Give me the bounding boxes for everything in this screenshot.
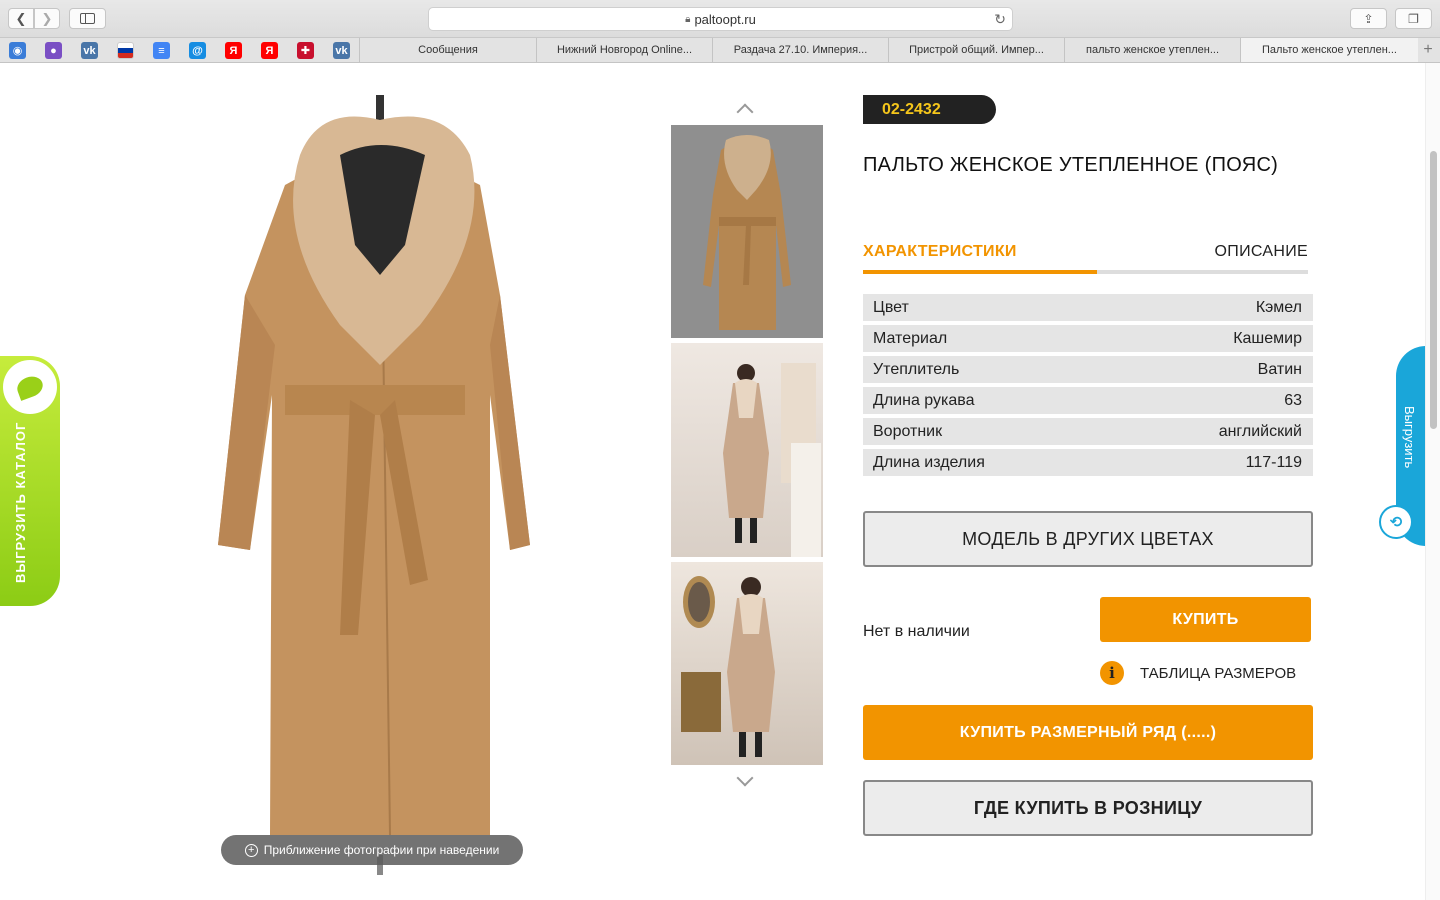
share-icon: ⇪ <box>1363 11 1374 26</box>
size-table-label: ТАБЛИЦА РАЗМЕРОВ <box>1140 664 1297 682</box>
spec-row: Материал Кашемир <box>863 325 1313 352</box>
sync-icon[interactable]: ⟲ <box>1379 505 1413 539</box>
tab-description[interactable]: ОПИСАНИЕ <box>1215 243 1308 261</box>
yandex-icon-2[interactable]: Я <box>261 42 278 59</box>
spec-row: Длина рукава 63 <box>863 387 1313 414</box>
spec-value: 117-119 <box>1245 453 1302 471</box>
where-to-buy-retail-button[interactable]: ГДЕ КУПИТЬ В РОЗНИЦУ <box>863 780 1313 836</box>
back-button[interactable]: ❮ <box>8 8 34 29</box>
spec-row: Утеплитель Ватин <box>863 356 1313 383</box>
browser-tab[interactable]: пальто женское утеплен... <box>1064 38 1240 62</box>
thumbnail-2[interactable] <box>671 343 823 557</box>
thumbnails-up-button[interactable] <box>733 101 757 121</box>
spec-name: Утеплитель <box>873 360 960 378</box>
tabs-overview-icon: ❐ <box>1408 11 1419 26</box>
unload-label[interactable]: Выгрузить <box>1402 406 1417 506</box>
scrollbar-thumb[interactable] <box>1430 151 1437 429</box>
crest-icon[interactable]: ✚ <box>297 42 314 59</box>
product-page: + Приближение фотографии при наведении 0… <box>0 63 1425 900</box>
thumbnails-down-button[interactable] <box>733 769 757 789</box>
browser-tab[interactable]: Нижний Новгород Online... <box>536 38 712 62</box>
spec-value: 63 <box>1284 391 1302 409</box>
page-scrollbar[interactable] <box>1425 63 1440 900</box>
product-title: ПАЛЬТО ЖЕНСКОЕ УТЕПЛЕННОЕ (ПОЯС) <box>863 154 1279 176</box>
other-colors-button[interactable]: МОДЕЛЬ В ДРУГИХ ЦВЕТАХ <box>863 511 1313 567</box>
specs-table: Цвет Кэмел Материал Кашемир Утеплитель Вати… <box>863 294 1313 480</box>
spec-name: Материал <box>873 329 948 347</box>
mail-icon[interactable]: @ <box>189 42 206 59</box>
zoom-plus-icon: + <box>244 843 258 857</box>
russia-flag-icon[interactable] <box>117 42 134 59</box>
chevron-left-icon: ❮ <box>15 10 27 26</box>
spec-value: Кэмел <box>1255 298 1302 316</box>
chevron-right-icon: ❯ <box>41 10 53 26</box>
thumbnail-3[interactable] <box>671 562 823 765</box>
bookmarks-bar: ◉ ● vk ≡ @ Я Я ✚ vk Сообщения Нижний Новгород Onl… <box>0 38 1440 63</box>
chevron-down-icon <box>736 769 754 787</box>
thumbnail-1[interactable] <box>671 125 823 338</box>
chevron-up-icon <box>736 103 754 121</box>
sidebar-icon <box>80 13 95 24</box>
browser-toolbar: ❮ ❯ 🔒︎ paltoopt.ru ↻ ⇪ ❐ <box>0 0 1440 38</box>
product-sku-badge: 02-2432 <box>863 95 996 124</box>
user-icon[interactable]: ● <box>45 42 62 59</box>
product-tabs: ХАРАКТЕРИСТИКИ ОПИСАНИЕ <box>863 243 1308 275</box>
browser-tab[interactable]: Сообщения <box>359 38 536 62</box>
plus-icon: + <box>1423 41 1433 58</box>
spec-value: Ватин <box>1257 360 1302 378</box>
spec-row: Длина изделия 117-119 <box>863 449 1313 476</box>
leaf-icon[interactable] <box>3 360 57 414</box>
reload-icon[interactable]: ↻ <box>994 11 1006 28</box>
forward-button[interactable]: ❯ <box>34 8 60 29</box>
spec-value: английский <box>1218 422 1302 440</box>
stock-status: Нет в наличии <box>863 623 970 640</box>
tab-characteristics[interactable]: ХАРАКТЕРИСТИКИ <box>863 243 1017 261</box>
catalog-download-label[interactable]: ВЫГРУЗИТЬ КАТАЛОГ <box>13 422 28 583</box>
vk-icon[interactable]: vk <box>81 42 98 59</box>
spec-name: Цвет <box>873 298 909 316</box>
spec-name: Длина рукава <box>873 391 975 409</box>
lock-icon: 🔒︎ <box>685 13 691 25</box>
address-bar[interactable]: 🔒︎ paltoopt.ru ↻ <box>428 7 1013 31</box>
sidebar-toggle-button[interactable] <box>69 8 106 29</box>
spec-name: Длина изделия <box>873 453 985 471</box>
spec-row: Цвет Кэмел <box>863 294 1313 321</box>
url-text: paltoopt.ru <box>694 11 756 27</box>
coat-belt <box>285 385 465 415</box>
browser-tab[interactable]: Раздача 27.10. Империя... <box>712 38 888 62</box>
tabs-underline-active <box>863 270 1097 274</box>
main-product-photo[interactable] <box>190 95 570 875</box>
docs-icon[interactable]: ≡ <box>153 42 170 59</box>
buy-button[interactable]: КУПИТЬ <box>1100 597 1311 642</box>
spec-value: Кашемир <box>1233 329 1302 347</box>
share-button[interactable]: ⇪ <box>1350 8 1387 29</box>
spec-row: Воротник английский <box>863 418 1313 445</box>
yandex-icon[interactable]: Я <box>225 42 242 59</box>
new-tab-button[interactable]: + <box>1418 39 1438 61</box>
info-icon: i <box>1100 661 1124 685</box>
buy-size-range-button[interactable]: КУПИТЬ РАЗМЕРНЫЙ РЯД (.....) <box>863 705 1313 760</box>
globe-icon[interactable]: ◉ <box>9 42 26 59</box>
browser-tab[interactable]: Пристрой общий. Импер... <box>888 38 1064 62</box>
zoom-hint-badge: + Приближение фотографии при наведении <box>221 835 523 865</box>
spec-name: Воротник <box>873 422 943 440</box>
zoom-hint-text: Приближение фотографии при наведении <box>263 843 500 857</box>
show-tabs-button[interactable]: ❐ <box>1395 8 1432 29</box>
size-table-link[interactable]: i ТАБЛИЦА РАЗМЕРОВ <box>1100 661 1296 685</box>
vk-icon-2[interactable]: vk <box>333 42 350 59</box>
browser-tab[interactable]: Пальто женское утеплен... <box>1240 38 1418 62</box>
